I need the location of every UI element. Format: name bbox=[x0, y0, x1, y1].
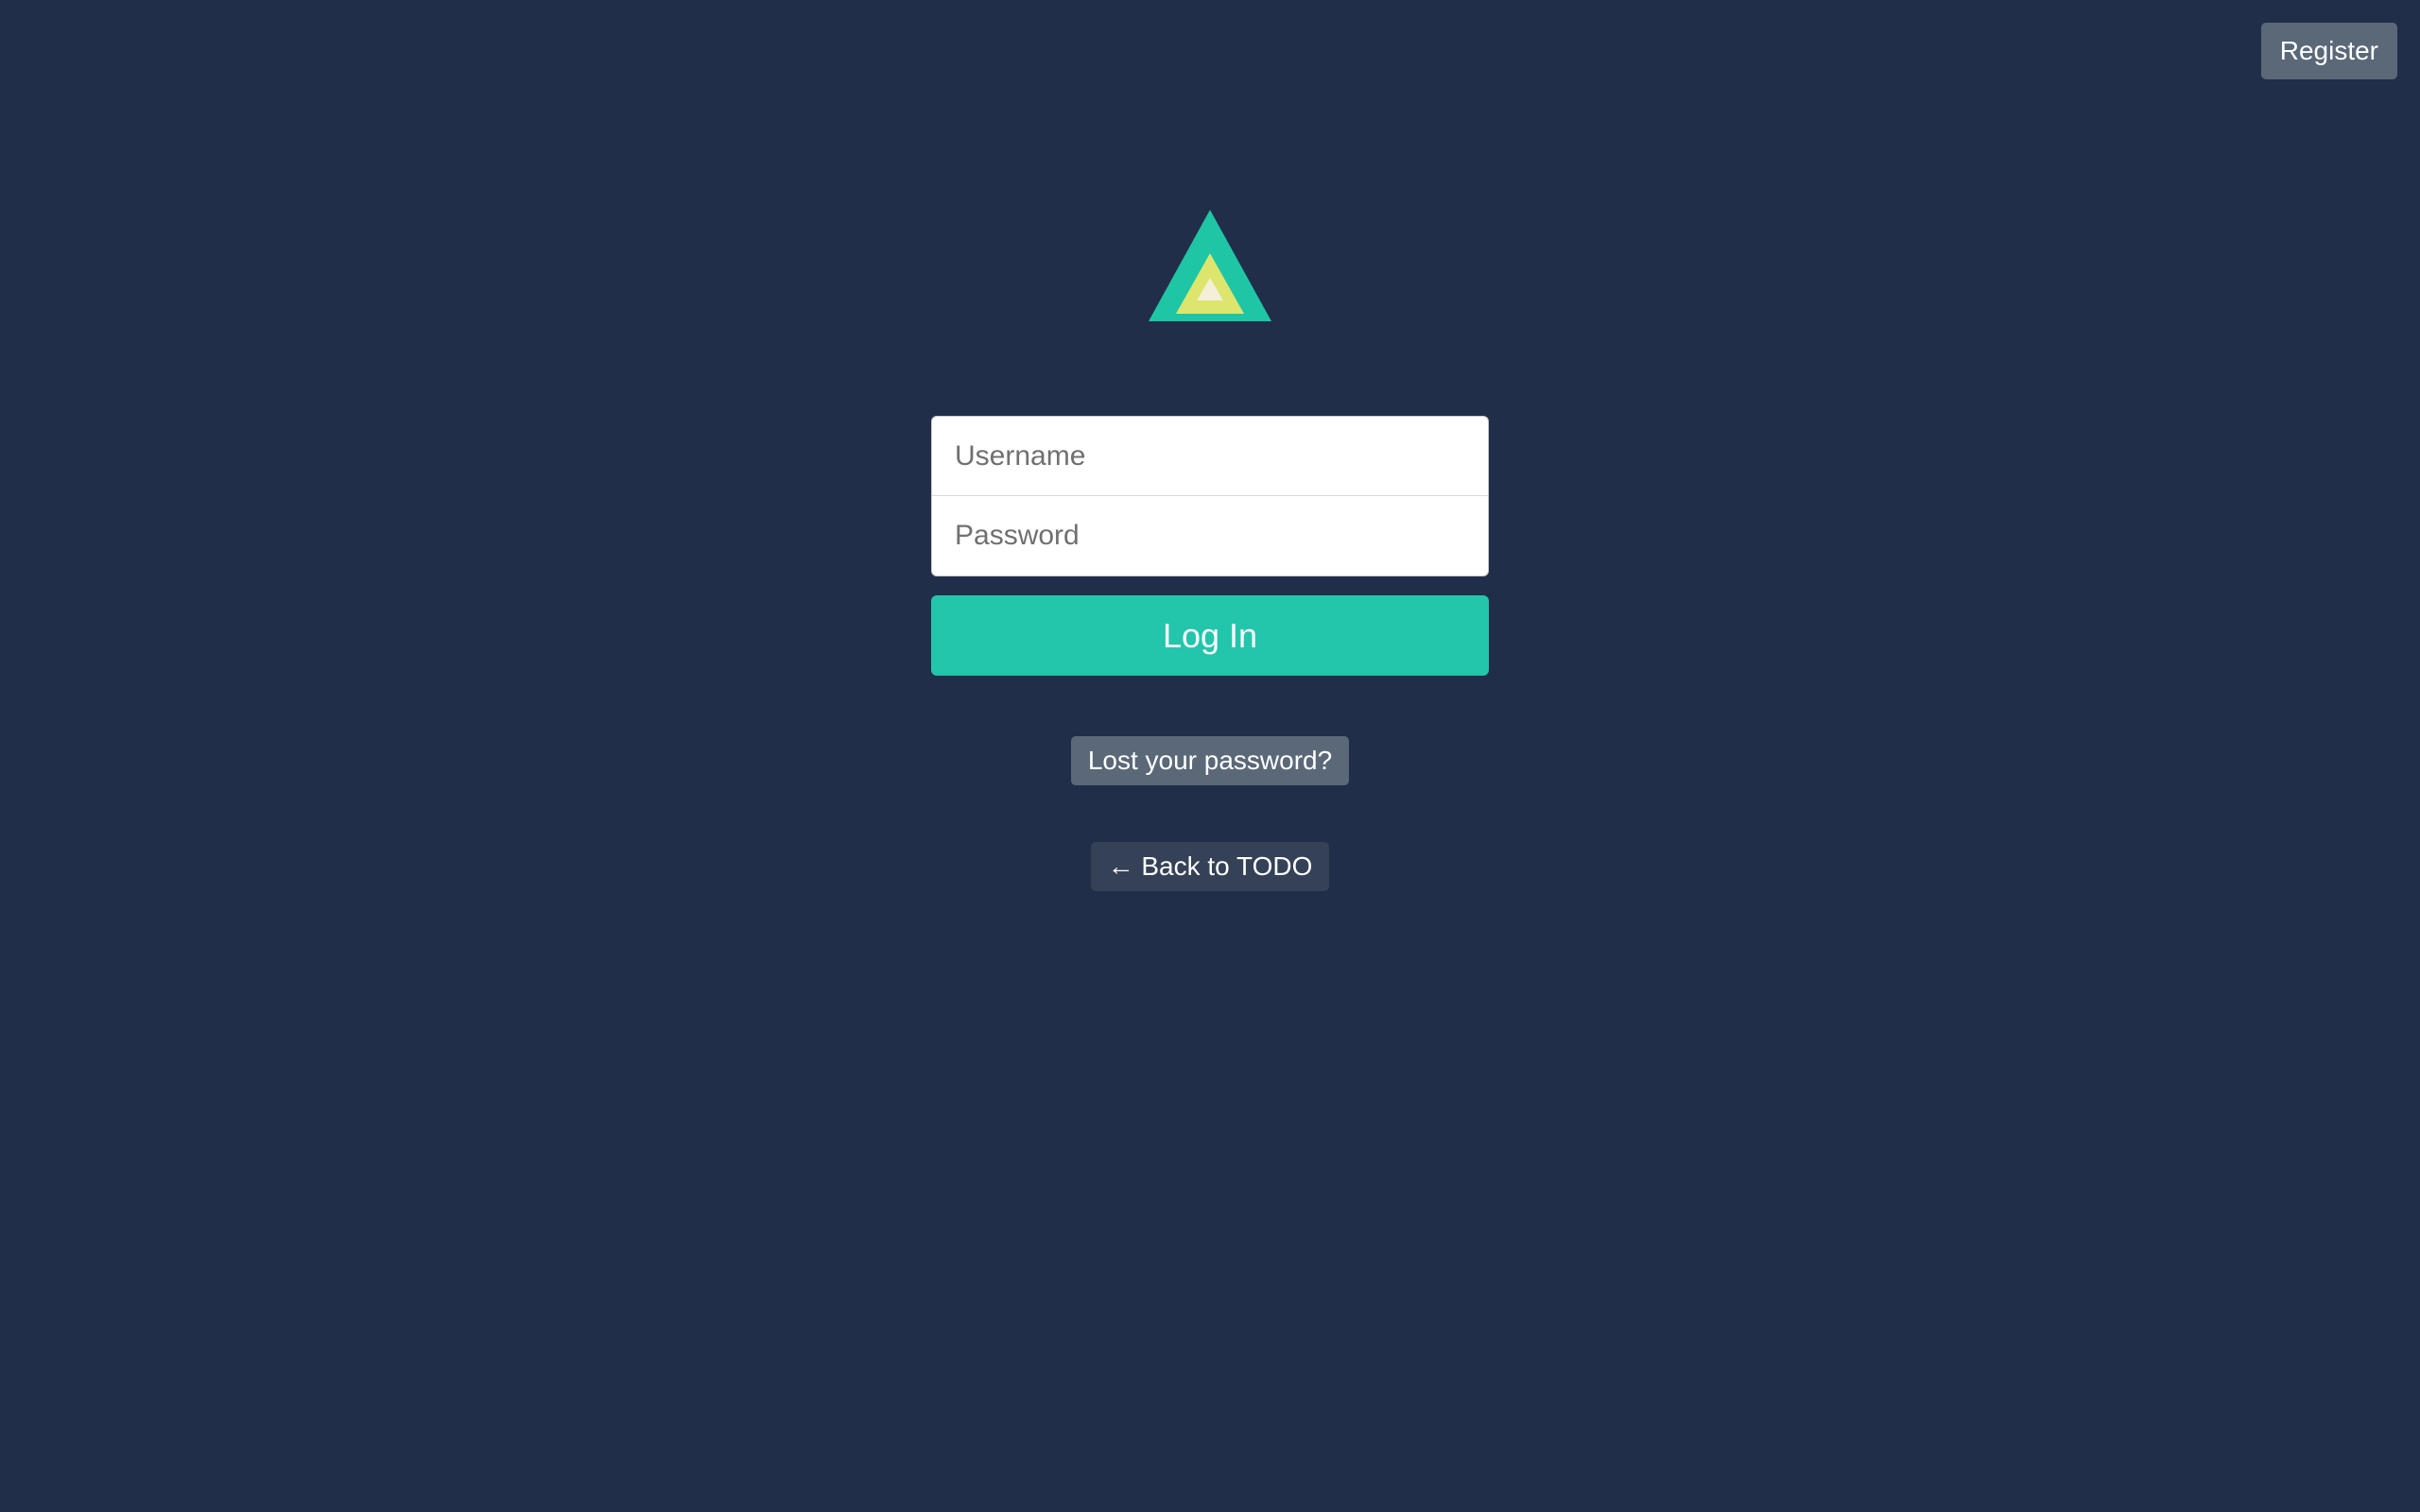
username-input[interactable] bbox=[931, 416, 1489, 496]
logo-icon bbox=[1149, 208, 1271, 321]
password-input[interactable] bbox=[931, 496, 1489, 576]
lost-password-button[interactable]: Lost your password? bbox=[1071, 736, 1349, 785]
login-form: Log In bbox=[931, 416, 1489, 676]
login-container: Log In Lost your password? ← Back to TOD… bbox=[931, 208, 1489, 891]
register-button[interactable]: Register bbox=[2261, 23, 2397, 79]
login-button[interactable]: Log In bbox=[931, 595, 1489, 676]
back-button[interactable]: ← Back to TODO bbox=[1091, 842, 1330, 891]
